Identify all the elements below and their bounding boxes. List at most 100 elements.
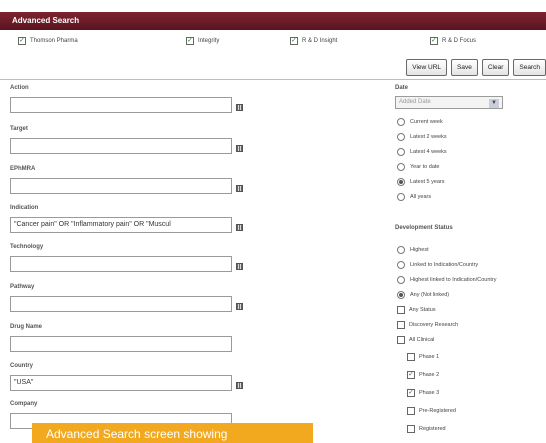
radio-latest-5-years[interactable]: Latest 5 years	[397, 178, 445, 186]
field-label: Country	[10, 363, 33, 369]
date-type-select[interactable]: Added Date ▼	[395, 96, 503, 109]
view-url-button[interactable]: View URL	[406, 59, 448, 76]
checkbox-phase-3[interactable]: ✓ Phase 3	[407, 389, 439, 397]
checkbox-discovery-research[interactable]: Discovery Research	[397, 321, 458, 329]
radio-selected-icon[interactable]	[397, 291, 405, 299]
checkbox-icon[interactable]	[407, 407, 415, 415]
radio-status-highest-linked[interactable]: Highest linked to Indication/Country	[397, 276, 497, 284]
field-technology: Technology	[10, 244, 252, 272]
db-checkbox-thomson-pharma[interactable]: ✓ Thomson Pharma	[18, 37, 78, 45]
field-label: Pathway	[10, 284, 35, 290]
database-selector: ✓ Thomson Pharma ✓ Integrity ✓ R & D Ins…	[0, 37, 546, 53]
checkbox-checked-icon[interactable]: ✓	[290, 37, 298, 45]
field-pathway: Pathway	[10, 284, 252, 312]
indication-input[interactable]: "Cancer pain" OR "Inflammatory pain" OR …	[10, 217, 232, 233]
checkbox-label: All Clinical	[409, 337, 435, 343]
action-input[interactable]	[10, 97, 232, 113]
checkbox-any-status[interactable]: Any Status	[397, 306, 436, 314]
checkbox-checked-icon[interactable]: ✓	[407, 371, 415, 379]
radio-label: Current week	[410, 119, 443, 125]
checkbox-registered[interactable]: Registered	[407, 425, 446, 433]
checkbox-checked-icon[interactable]: ✓	[186, 37, 194, 45]
radio-icon[interactable]	[397, 246, 405, 254]
checkbox-checked-icon[interactable]: ✓	[430, 37, 438, 45]
checkbox-checked-icon[interactable]: ✓	[407, 389, 415, 397]
picker-icon[interactable]	[236, 223, 243, 231]
radio-current-week[interactable]: Current week	[397, 118, 443, 126]
field-drug-name: Drug Name	[10, 324, 252, 352]
radio-selected-icon[interactable]	[397, 178, 405, 186]
checkbox-all-clinical[interactable]: All Clinical	[397, 336, 434, 344]
country-input[interactable]: "USA"	[10, 375, 232, 391]
db-label: Thomson Pharma	[30, 38, 78, 44]
checkbox-phase-2[interactable]: ✓ Phase 2	[407, 371, 439, 379]
date-heading: Date	[395, 85, 409, 91]
radio-label: Highest	[410, 247, 429, 253]
db-label: R & D Insight	[302, 38, 338, 44]
divider	[0, 79, 546, 80]
picker-icon[interactable]	[236, 103, 243, 111]
window-title: Advanced Search	[12, 16, 80, 25]
radio-year-to-date[interactable]: Year to date	[397, 163, 439, 171]
clear-button[interactable]: Clear	[481, 59, 510, 76]
technology-input[interactable]	[10, 256, 232, 272]
picker-icon[interactable]	[236, 144, 243, 152]
radio-status-highest[interactable]: Highest	[397, 246, 429, 254]
save-button[interactable]: Save	[451, 59, 478, 76]
drug-name-input[interactable]	[10, 336, 232, 352]
target-input[interactable]	[10, 138, 232, 154]
db-checkbox-rd-focus[interactable]: ✓ R & D Focus	[430, 37, 476, 45]
ephmra-input[interactable]	[10, 178, 232, 194]
checkbox-label: Registered	[419, 426, 446, 432]
checkbox-label: Phase 1	[419, 354, 440, 360]
development-status-heading: Development Status	[395, 225, 453, 231]
radio-icon[interactable]	[397, 193, 405, 201]
radio-latest-4-weeks[interactable]: Latest 4 weeks	[397, 148, 447, 156]
radio-icon[interactable]	[397, 133, 405, 141]
radio-label: Linked to Indication/Country	[410, 262, 479, 268]
picker-icon[interactable]	[236, 184, 243, 192]
pathway-input[interactable]	[10, 296, 232, 312]
checkbox-icon[interactable]	[397, 306, 405, 314]
window-title-bar: Advanced Search	[0, 12, 546, 30]
db-checkbox-rd-insight[interactable]: ✓ R & D Insight	[290, 37, 337, 45]
checkbox-checked-icon[interactable]: ✓	[18, 37, 26, 45]
radio-icon[interactable]	[397, 148, 405, 156]
checkbox-label: Discovery Research	[409, 322, 459, 328]
field-target: Target	[10, 126, 252, 154]
field-country: Country "USA"	[10, 363, 252, 391]
picker-icon[interactable]	[236, 302, 243, 310]
checkbox-label: Pre-Registered	[419, 408, 456, 414]
db-label: R & D Focus	[442, 38, 477, 44]
search-button[interactable]: Search	[513, 59, 546, 76]
checkbox-phase-1[interactable]: Phase 1	[407, 353, 439, 361]
picker-icon[interactable]	[236, 381, 243, 389]
field-label: Company	[10, 401, 38, 407]
db-checkbox-integrity[interactable]: ✓ Integrity	[186, 37, 219, 45]
radio-icon[interactable]	[397, 276, 405, 284]
picker-icon[interactable]	[236, 262, 243, 270]
field-label: Target	[10, 126, 28, 132]
radio-status-any[interactable]: Any (Not linked)	[397, 291, 449, 299]
checkbox-icon[interactable]	[397, 336, 405, 344]
checkbox-label: Any Status	[409, 307, 436, 313]
radio-label: Year to date	[410, 164, 440, 170]
radio-latest-2-weeks[interactable]: Latest 2 weeks	[397, 133, 447, 141]
radio-label: Highest linked to Indication/Country	[410, 277, 497, 283]
radio-label: Latest 4 weeks	[410, 149, 447, 155]
radio-label: Latest 5 years	[410, 179, 445, 185]
checkbox-icon[interactable]	[397, 321, 405, 329]
checkbox-icon[interactable]	[407, 353, 415, 361]
radio-label: Any (Not linked)	[410, 292, 450, 298]
chevron-down-icon[interactable]: ▼	[489, 99, 499, 108]
checkbox-label: Phase 2	[419, 372, 440, 378]
radio-icon[interactable]	[397, 261, 405, 269]
radio-icon[interactable]	[397, 163, 405, 171]
field-label: Action	[10, 85, 29, 91]
checkbox-icon[interactable]	[407, 425, 415, 433]
radio-status-linked[interactable]: Linked to Indication/Country	[397, 261, 478, 269]
checkbox-pre-registered[interactable]: Pre-Registered	[407, 407, 456, 415]
radio-label: Latest 2 weeks	[410, 134, 447, 140]
radio-icon[interactable]	[397, 118, 405, 126]
radio-all-years[interactable]: All years	[397, 193, 431, 201]
